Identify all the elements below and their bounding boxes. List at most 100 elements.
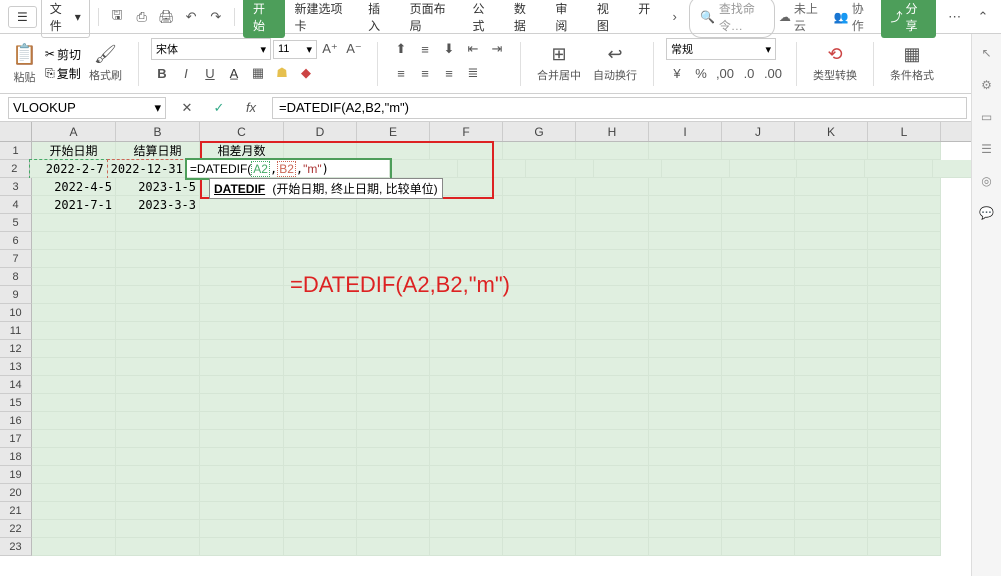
cell-E1[interactable] xyxy=(357,142,430,160)
cell-G4[interactable] xyxy=(503,196,576,214)
cell-K14[interactable] xyxy=(795,376,868,394)
align-middle-icon[interactable]: ≡ xyxy=(414,38,436,60)
cell-C8[interactable] xyxy=(200,268,284,286)
cell-B16[interactable] xyxy=(116,412,200,430)
cell-G18[interactable] xyxy=(503,448,576,466)
cell-J4[interactable] xyxy=(722,196,795,214)
cell-C1[interactable]: 相差月数 xyxy=(200,142,284,160)
redo-icon[interactable]: ↷ xyxy=(205,6,226,28)
cell-J16[interactable] xyxy=(722,412,795,430)
cell-K13[interactable] xyxy=(795,358,868,376)
tab-插入[interactable]: 插入 xyxy=(358,0,399,38)
cell-B6[interactable] xyxy=(116,232,200,250)
decrease-font-icon[interactable]: A⁻ xyxy=(343,38,365,60)
bold-icon[interactable]: B xyxy=(151,62,173,84)
cell-L20[interactable] xyxy=(868,484,941,502)
cell-B18[interactable] xyxy=(116,448,200,466)
cell-A8[interactable] xyxy=(32,268,116,286)
col-header-K[interactable]: K xyxy=(795,122,868,141)
cell-G16[interactable] xyxy=(503,412,576,430)
save-icon[interactable]: 🖫 xyxy=(107,6,128,28)
font-color-icon[interactable]: A̲ xyxy=(223,62,245,84)
chat-icon[interactable]: 💬 xyxy=(978,204,996,222)
cell-A5[interactable] xyxy=(32,214,116,232)
command-search[interactable]: 🔍 查找命令… xyxy=(689,0,775,38)
paste-button[interactable]: 📋 粘贴 xyxy=(8,40,41,87)
cell-I9[interactable] xyxy=(649,286,722,304)
cell-I7[interactable] xyxy=(649,250,722,268)
cell-G11[interactable] xyxy=(503,322,576,340)
row-header-15[interactable]: 15 xyxy=(0,394,32,412)
cell-J14[interactable] xyxy=(722,376,795,394)
cell-I6[interactable] xyxy=(649,232,722,250)
cell-F22[interactable] xyxy=(430,520,503,538)
select-all-corner[interactable] xyxy=(0,122,32,141)
cell-F17[interactable] xyxy=(430,430,503,448)
cell-I11[interactable] xyxy=(649,322,722,340)
cell-B7[interactable] xyxy=(116,250,200,268)
row-header-5[interactable]: 5 xyxy=(0,214,32,232)
justify-icon[interactable]: ≣ xyxy=(462,62,484,84)
cell-B14[interactable] xyxy=(116,376,200,394)
cell-J13[interactable] xyxy=(722,358,795,376)
cell-G17[interactable] xyxy=(503,430,576,448)
cell-K23[interactable] xyxy=(795,538,868,556)
align-left-icon[interactable]: ≡ xyxy=(390,62,412,84)
tab-新建选项卡[interactable]: 新建选项卡 xyxy=(285,0,359,38)
row-header-9[interactable]: 9 xyxy=(0,286,32,304)
cell-B13[interactable] xyxy=(116,358,200,376)
cell-B5[interactable] xyxy=(116,214,200,232)
cell-E20[interactable] xyxy=(357,484,430,502)
col-header-L[interactable]: L xyxy=(868,122,941,141)
cell-K16[interactable] xyxy=(795,412,868,430)
cell-J17[interactable] xyxy=(722,430,795,448)
accept-formula-icon[interactable]: ✓ xyxy=(208,97,230,119)
collab-button[interactable]: 👥 协作 xyxy=(834,0,873,34)
cell-C20[interactable] xyxy=(200,484,284,502)
cell-J19[interactable] xyxy=(722,466,795,484)
cell-E22[interactable] xyxy=(357,520,430,538)
cell-H2[interactable] xyxy=(662,160,730,178)
cell-H3[interactable] xyxy=(576,178,649,196)
cell-A19[interactable] xyxy=(32,466,116,484)
cell-D19[interactable] xyxy=(284,466,357,484)
cell-A3[interactable]: 2022-4-5 xyxy=(32,178,116,196)
cell-A10[interactable] xyxy=(32,304,116,322)
cell-K4[interactable] xyxy=(795,196,868,214)
cell-C17[interactable] xyxy=(200,430,284,448)
cell-E23[interactable] xyxy=(357,538,430,556)
row-header-23[interactable]: 23 xyxy=(0,538,32,556)
cell-L15[interactable] xyxy=(868,394,941,412)
cell-J3[interactable] xyxy=(722,178,795,196)
cell-B19[interactable] xyxy=(116,466,200,484)
cell-I2[interactable] xyxy=(730,160,798,178)
row-header-20[interactable]: 20 xyxy=(0,484,32,502)
cell-J21[interactable] xyxy=(722,502,795,520)
cell-J5[interactable] xyxy=(722,214,795,232)
row-header-12[interactable]: 12 xyxy=(0,340,32,358)
cell-G1[interactable] xyxy=(503,142,576,160)
cell-F13[interactable] xyxy=(430,358,503,376)
cell-H4[interactable] xyxy=(576,196,649,214)
cell-E16[interactable] xyxy=(357,412,430,430)
cell-A13[interactable] xyxy=(32,358,116,376)
align-center-icon[interactable]: ≡ xyxy=(414,62,436,84)
tab-页面布局[interactable]: 页面布局 xyxy=(400,0,463,38)
cell-F7[interactable] xyxy=(430,250,503,268)
copy-button[interactable]: ⎘ 复制 xyxy=(45,65,81,82)
cell-A22[interactable] xyxy=(32,520,116,538)
col-header-B[interactable]: B xyxy=(116,122,200,141)
cell-G12[interactable] xyxy=(503,340,576,358)
cell-F15[interactable] xyxy=(430,394,503,412)
cell-J22[interactable] xyxy=(722,520,795,538)
cell-F14[interactable] xyxy=(430,376,503,394)
tab-审阅[interactable]: 审阅 xyxy=(545,0,586,38)
row-header-8[interactable]: 8 xyxy=(0,268,32,286)
cell-K9[interactable] xyxy=(795,286,868,304)
row-header-6[interactable]: 6 xyxy=(0,232,32,250)
cell-D18[interactable] xyxy=(284,448,357,466)
cell-C18[interactable] xyxy=(200,448,284,466)
row-header-11[interactable]: 11 xyxy=(0,322,32,340)
align-top-icon[interactable]: ⬆ xyxy=(390,38,412,60)
cell-F20[interactable] xyxy=(430,484,503,502)
